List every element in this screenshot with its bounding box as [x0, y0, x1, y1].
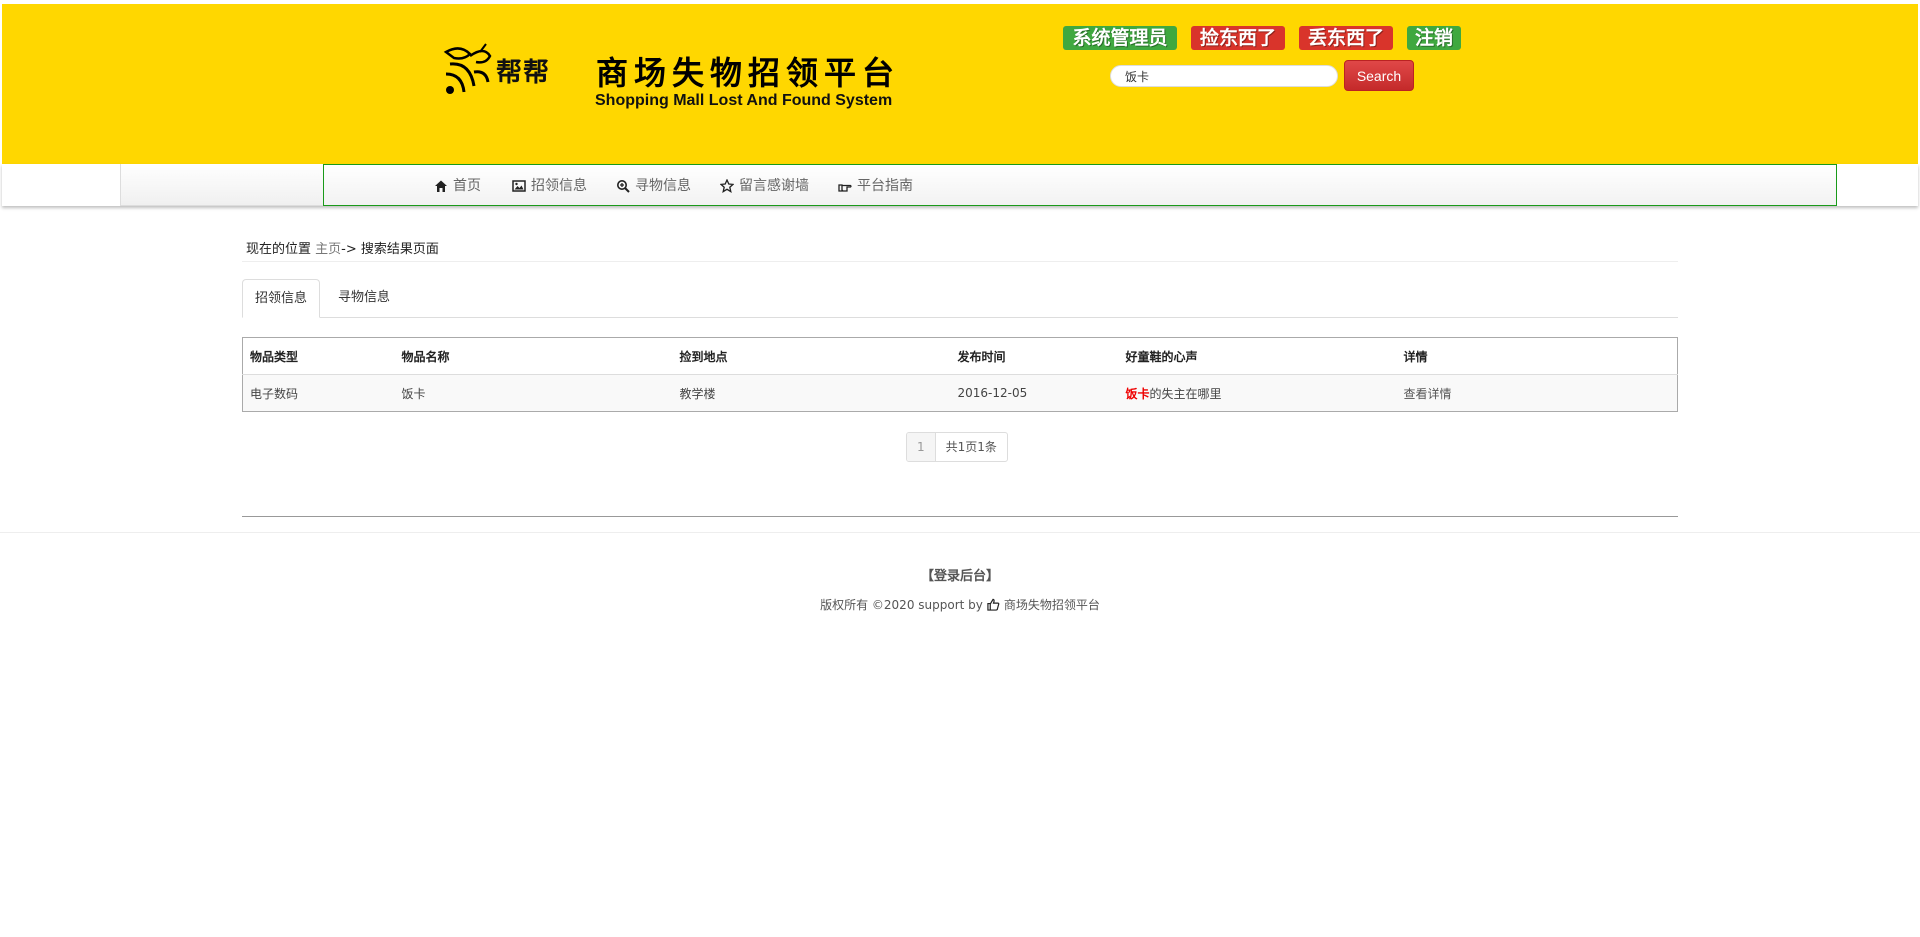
home-icon	[435, 180, 447, 192]
admin-button[interactable]: 系统管理员	[1063, 26, 1177, 50]
logo-text: 帮帮	[496, 58, 551, 88]
nav-item-label: 留言感谢墙	[739, 178, 809, 194]
table-row: 电子数码 饭卡 教学楼 2016-12-05 饭卡的失主在哪里 查看详情	[242, 374, 1678, 412]
cell-type: 电子数码	[242, 374, 395, 412]
cell-detail: 查看详情	[1396, 374, 1678, 412]
header: 帮帮 商场失物招领平台 Shopping Mall Lost And Found…	[2, 4, 1918, 164]
admin-login-link[interactable]: 【登录后台】	[0, 565, 1920, 584]
tab-lost-info[interactable]: 寻物信息	[326, 279, 402, 317]
nav-item-label: 寻物信息	[635, 178, 691, 194]
nav-wrapper: 首页 招领信息 寻物信息 留言感谢墙 平台指南	[2, 164, 1918, 206]
page-summary: 共1页1条	[945, 440, 997, 454]
site-title: 商场失物招领平台	[596, 54, 901, 92]
nav-item-lost-info[interactable]: 寻物信息	[616, 177, 691, 195]
found-item-button[interactable]: 捡东西了	[1191, 26, 1285, 50]
cell-place: 教学楼	[672, 374, 951, 412]
cell-voice: 饭卡的失主在哪里	[1118, 374, 1397, 412]
navbar-inner: 首页 招领信息 寻物信息 留言感谢墙 平台指南	[323, 164, 1837, 206]
voice-highlight: 饭卡	[1125, 386, 1150, 401]
breadcrumb-home-link[interactable]: 主页	[315, 242, 341, 257]
copyright: 版权所有 ©2020 support by 商场失物招领平台	[0, 596, 1920, 613]
site-subtitle: Shopping Mall Lost And Found System	[595, 92, 893, 109]
nav-item-label: 平台指南	[857, 178, 913, 194]
breadcrumb-prefix: 现在的位置	[246, 242, 312, 257]
zoom-in-icon	[617, 180, 630, 193]
cell-date: 2016-12-05	[950, 374, 1119, 412]
nav-item-thanks-wall[interactable]: 留言感谢墙	[720, 177, 809, 195]
star-icon	[720, 179, 734, 193]
nav-item-home[interactable]: 首页	[434, 177, 481, 195]
picture-icon	[512, 180, 526, 192]
column-header-place: 捡到地点	[672, 337, 951, 375]
nav-item-label: 招领信息	[531, 178, 587, 194]
column-header-voice: 好童鞋的心声	[1118, 337, 1397, 375]
nav-item-label: 首页	[453, 178, 481, 194]
breadcrumb-current: 搜索结果页面	[360, 242, 439, 257]
nav-item-guide[interactable]: 平台指南	[838, 177, 913, 195]
navbar: 首页 招领信息 寻物信息 留言感谢墙 平台指南	[120, 164, 1837, 206]
hand-right-icon	[838, 184, 852, 192]
platform-name: 商场失物招领平台	[1003, 598, 1100, 612]
lost-item-button[interactable]: 丢东西了	[1299, 26, 1393, 50]
results-table: 物品类型 物品名称 捡到地点 发布时间 好童鞋的心声 详情 电子数码 饭卡 教学…	[242, 337, 1678, 412]
column-header-date: 发布时间	[950, 337, 1119, 375]
breadcrumb-separator: ->	[341, 242, 357, 257]
column-header-type: 物品类型	[242, 337, 395, 375]
breadcrumb: 现在的位置 主页-> 搜索结果页面	[246, 238, 439, 257]
breadcrumb-divider	[242, 261, 1678, 262]
column-header-detail: 详情	[1396, 337, 1678, 375]
nav-item-found-info[interactable]: 招领信息	[512, 177, 587, 195]
pagination: 1 共1页1条	[906, 432, 1008, 462]
content-divider	[242, 516, 1678, 517]
result-tabs: 招领信息 寻物信息	[242, 279, 1678, 318]
table-header-row: 物品类型 物品名称 捡到地点 发布时间 好童鞋的心声 详情	[242, 337, 1678, 375]
column-header-name: 物品名称	[394, 337, 673, 375]
search-input[interactable]	[1110, 65, 1338, 87]
footer-divider	[0, 532, 1920, 533]
search-button[interactable]: Search	[1344, 60, 1414, 91]
tab-found-info[interactable]: 招领信息	[242, 279, 321, 318]
voice-rest: 的失主在哪里	[1149, 386, 1222, 401]
thumbs-up-icon	[987, 598, 1000, 611]
page-current[interactable]: 1	[907, 433, 936, 461]
copyright-text: 版权所有 ©2020 support by	[820, 598, 983, 612]
cell-name: 饭卡	[394, 374, 673, 412]
logout-button[interactable]: 注销	[1407, 26, 1461, 50]
view-detail-link[interactable]: 查看详情	[1404, 387, 1452, 401]
